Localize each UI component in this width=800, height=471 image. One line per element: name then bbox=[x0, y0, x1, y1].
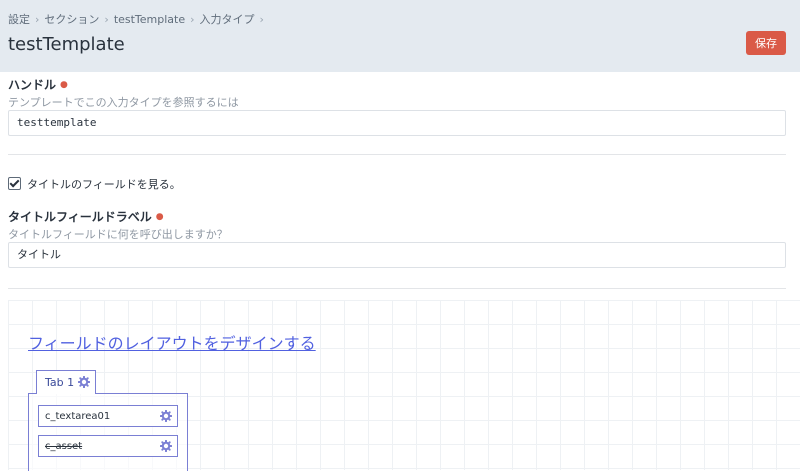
handle-label-text: ハンドル bbox=[8, 78, 57, 92]
title-label-input[interactable]: タイトル bbox=[8, 242, 786, 268]
breadcrumb-item-sections[interactable]: セクション bbox=[44, 13, 99, 26]
show-title-checkbox-row[interactable]: タイトルのフィールドを見る。 bbox=[8, 176, 181, 192]
gear-icon[interactable] bbox=[78, 376, 90, 388]
handle-input[interactable]: testtemplate bbox=[8, 110, 786, 136]
breadcrumb-separator: › bbox=[190, 13, 195, 26]
breadcrumb-separator: › bbox=[35, 13, 40, 26]
page-title: testTemplate bbox=[8, 34, 125, 55]
title-label-text: タイトルフィールドラベル bbox=[8, 210, 152, 224]
gear-icon[interactable] bbox=[160, 410, 172, 422]
breadcrumb-item-testtemplate[interactable]: testTemplate bbox=[114, 13, 185, 26]
page-header: 設定 › セクション › testTemplate › 入力タイプ › testTemplat… bbox=[0, 0, 800, 72]
show-title-checkbox[interactable] bbox=[8, 177, 21, 190]
title-description: タイトルフィールドに何を呼び出しますか？ bbox=[8, 228, 228, 241]
gear-icon[interactable] bbox=[160, 440, 172, 452]
layout-field-label: c_textarea01 bbox=[45, 411, 111, 422]
layout-field-c-textarea01[interactable]: c_textarea01 bbox=[38, 405, 178, 427]
required-indicator: ● bbox=[155, 212, 164, 222]
handle-description: テンプレートでこの入力タイプを参照するには bbox=[8, 96, 239, 109]
layout-field-label: c_asset bbox=[45, 441, 83, 452]
show-title-checkbox-label[interactable]: タイトルのフィールドを見る。 bbox=[27, 178, 181, 191]
design-field-layout-link[interactable]: フィールドのレイアウトをデザインする bbox=[28, 330, 316, 354]
breadcrumb-separator: › bbox=[259, 13, 264, 26]
breadcrumb-item-settings[interactable]: 設定 bbox=[8, 13, 30, 26]
required-indicator: ● bbox=[60, 80, 68, 90]
save-button[interactable]: 保存 bbox=[746, 31, 786, 55]
divider bbox=[8, 288, 786, 289]
tab-1-label: Tab 1 bbox=[45, 376, 75, 389]
breadcrumb-separator: › bbox=[104, 13, 109, 26]
handle-label: ハンドル ● bbox=[8, 76, 68, 93]
breadcrumb-item-entry-types[interactable]: 入力タイプ bbox=[200, 13, 255, 26]
layout-field-c-asset[interactable]: c_asset bbox=[38, 435, 178, 457]
title-label: タイトルフィールドラベル ● bbox=[8, 208, 164, 225]
breadcrumb: 設定 › セクション › testTemplate › 入力タイプ › bbox=[8, 11, 269, 27]
divider bbox=[8, 154, 786, 155]
